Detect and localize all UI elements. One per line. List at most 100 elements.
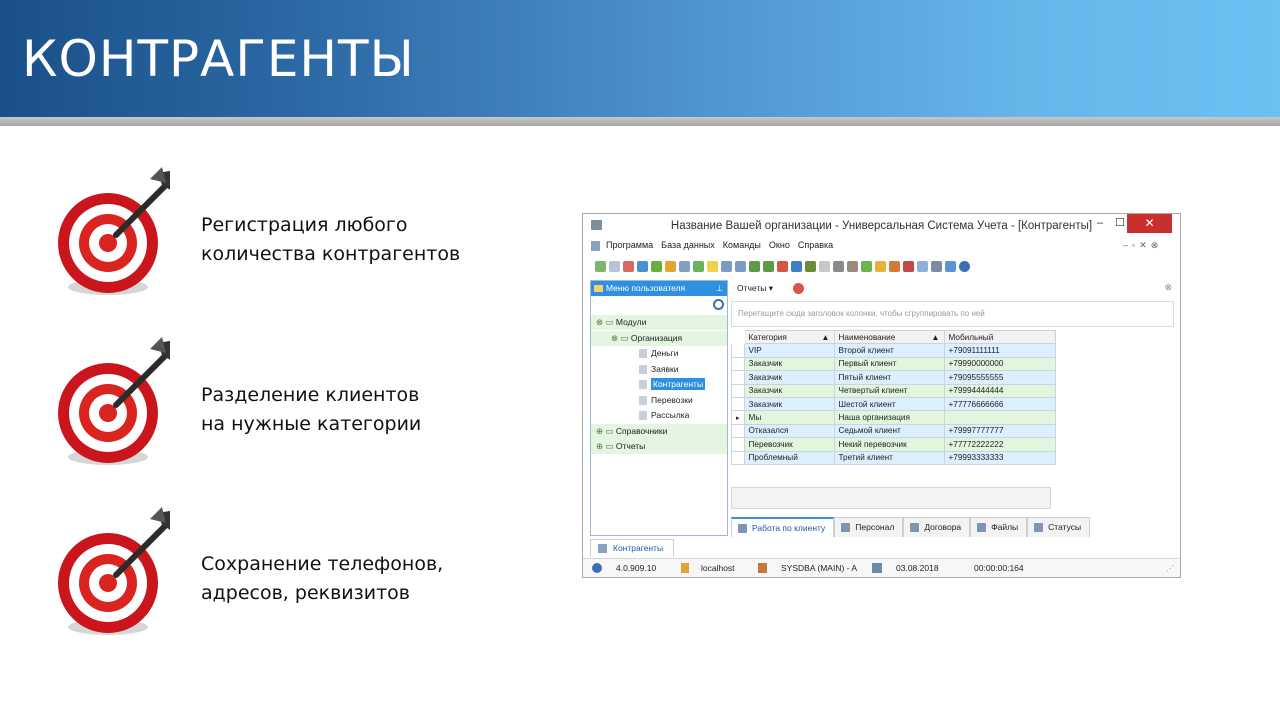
- open-icon[interactable]: [777, 260, 788, 272]
- doc-icon: [639, 349, 647, 359]
- resize-grip-icon[interactable]: ⋰: [1166, 559, 1175, 577]
- stop-icon[interactable]: [819, 260, 830, 272]
- database-icon: [681, 563, 689, 573]
- column-header-category[interactable]: Категория ▲: [743, 329, 835, 345]
- close-panel-icon[interactable]: ⊗: [1164, 282, 1172, 293]
- tree-item-references[interactable]: ⊕ ▭ Справочники: [591, 424, 727, 439]
- add-icon[interactable]: [693, 260, 704, 272]
- tab-personnel[interactable]: Персонал: [834, 517, 904, 537]
- minimize-button[interactable]: –: [1091, 214, 1109, 234]
- note-icon[interactable]: [707, 260, 718, 272]
- cancel-icon[interactable]: [793, 283, 804, 294]
- filter-icon[interactable]: [665, 260, 676, 272]
- menu-bar: Программа База данных Команды Окно Справ…: [591, 240, 841, 254]
- new-icon[interactable]: [595, 260, 606, 272]
- document-tab-contractors[interactable]: Контрагенты: [590, 539, 674, 557]
- group-panel[interactable]: Перетащите сюда заголовок колонки, чтобы…: [731, 301, 1174, 327]
- doc-icon: [639, 396, 647, 406]
- tools-icon[interactable]: [833, 260, 844, 272]
- tree-item-organization[interactable]: ⊗ ▭ Организация: [591, 331, 727, 346]
- table-row[interactable]: Заказчик Шестой клиент +77776666666: [731, 396, 1056, 412]
- feature-text: Сохранение телефонов, адресов, реквизито…: [201, 550, 443, 608]
- feature-text: Разделение клиентов на нужные категории: [201, 381, 421, 439]
- table-row[interactable]: Перевозчик Некий перевозчик +77772222222: [731, 437, 1056, 452]
- feature-line: адресов, реквизитов: [201, 582, 410, 604]
- menu-item-commands[interactable]: Команды: [723, 240, 761, 254]
- feature-line: Регистрация любого: [201, 214, 408, 236]
- tree-item-money[interactable]: Деньги: [591, 346, 727, 361]
- folder-icon: [594, 285, 603, 292]
- menu-item-database[interactable]: База данных: [661, 240, 715, 254]
- export-icon[interactable]: [749, 260, 760, 272]
- print-icon[interactable]: [931, 260, 942, 272]
- feature-line: Сохранение телефонов,: [201, 553, 444, 575]
- search-icon[interactable]: [637, 260, 648, 272]
- column-header-mobile[interactable]: Мобильный: [943, 329, 1056, 345]
- send-icon[interactable]: [945, 260, 956, 272]
- tag-icon[interactable]: [903, 260, 914, 272]
- table-row[interactable]: VIP Второй клиент +79091111111: [731, 343, 1056, 358]
- tree-item-contractors[interactable]: Контрагенты: [591, 377, 727, 392]
- user-menu-title: Меню пользователя: [606, 283, 686, 293]
- pin-icon[interactable]: ⊥: [716, 281, 723, 296]
- table-row[interactable]: Проблемный Третий клиент +79993333333: [731, 450, 1056, 465]
- doc-icon: [639, 365, 647, 375]
- settings-icon[interactable]: [679, 260, 690, 272]
- tab-contracts[interactable]: Договора: [903, 517, 971, 537]
- slide-title: КОНТРАГЕНТЫ: [22, 30, 415, 88]
- users-icon[interactable]: [889, 260, 900, 272]
- window-icon[interactable]: [791, 260, 802, 272]
- copy-icon[interactable]: [609, 260, 620, 272]
- status-bar: 4.0.909.10 localhost SYSDBA (MAIN) - A 0…: [583, 558, 1180, 577]
- main-content: Отчеты ▾ ⊗ Перетащите сюда заголовок кол…: [731, 280, 1174, 536]
- tab-files[interactable]: Файлы: [970, 517, 1028, 537]
- feature-line: количества контрагентов: [201, 243, 461, 265]
- import-icon[interactable]: [763, 260, 774, 272]
- status-user: SYSDBA (MAIN) - A: [781, 563, 858, 573]
- main-toolbar: [595, 258, 970, 274]
- tree-item-mailing[interactable]: Рассылка: [591, 408, 727, 423]
- search-icon[interactable]: [713, 299, 724, 310]
- user-menu-panel: Меню пользователя ⊥ ⊗ ▭ Модули ⊗ ▭ Орган…: [590, 280, 728, 536]
- feature-text: Регистрация любого количества контрагент…: [201, 211, 460, 269]
- lock-icon[interactable]: [875, 260, 886, 272]
- tree-item-transport[interactable]: Перевозки: [591, 393, 727, 408]
- status-date: 03.08.2018: [896, 563, 939, 573]
- status-version: 4.0.909.10: [616, 563, 657, 573]
- tab-client-work[interactable]: Работа по клиенту: [731, 517, 835, 537]
- refresh-icon[interactable]: [651, 260, 662, 272]
- table-row[interactable]: Заказчик Первый клиент +79990000000: [731, 356, 1056, 372]
- dart-target-icon: [58, 167, 170, 295]
- table-row[interactable]: ▸ Мы Наша организация: [731, 410, 1056, 425]
- grid-footer: [731, 487, 1051, 509]
- info-icon: [592, 563, 602, 573]
- wrench-icon[interactable]: [847, 260, 858, 272]
- exit-icon[interactable]: [805, 260, 816, 272]
- tree-item-modules[interactable]: ⊗ ▭ Модули: [591, 315, 727, 330]
- doc-icon: [639, 411, 647, 421]
- info-icon[interactable]: [959, 260, 970, 272]
- detail-tabs: Работа по клиенту Персонал Договора Файл…: [731, 517, 1091, 537]
- feature-line: Разделение клиентов: [201, 384, 420, 406]
- tree-item-requests[interactable]: Заявки: [591, 362, 727, 377]
- up-icon[interactable]: [735, 260, 746, 272]
- calendar-icon[interactable]: [917, 260, 928, 272]
- dart-target-icon: [58, 507, 170, 635]
- mdi-controls[interactable]: –▫✕⊗: [1123, 240, 1162, 251]
- close-button[interactable]: ✕: [1127, 214, 1172, 233]
- table-row[interactable]: Заказчик Пятый клиент +79095555555: [731, 370, 1056, 385]
- reports-button[interactable]: Отчеты ▾: [737, 283, 773, 294]
- menu-item-help[interactable]: Справка: [798, 240, 833, 254]
- status-timer: 00:00:00:164: [974, 563, 1024, 573]
- down-icon[interactable]: [721, 260, 732, 272]
- chart-icon[interactable]: [861, 260, 872, 272]
- delete-icon[interactable]: [623, 260, 634, 272]
- table-row[interactable]: Заказчик Четвертый клиент +79994444444: [731, 383, 1056, 398]
- tree-item-reports[interactable]: ⊕ ▭ Отчеты: [591, 439, 727, 454]
- menu-item-program[interactable]: Программа: [606, 240, 653, 254]
- column-header-name[interactable]: Наименование ▲: [833, 329, 945, 345]
- tab-statuses[interactable]: Статусы: [1027, 517, 1091, 537]
- table-row[interactable]: Отказался Седьмой клиент +79997777777: [731, 423, 1056, 439]
- menu-item-window[interactable]: Окно: [769, 240, 790, 254]
- status-host: localhost: [701, 563, 735, 573]
